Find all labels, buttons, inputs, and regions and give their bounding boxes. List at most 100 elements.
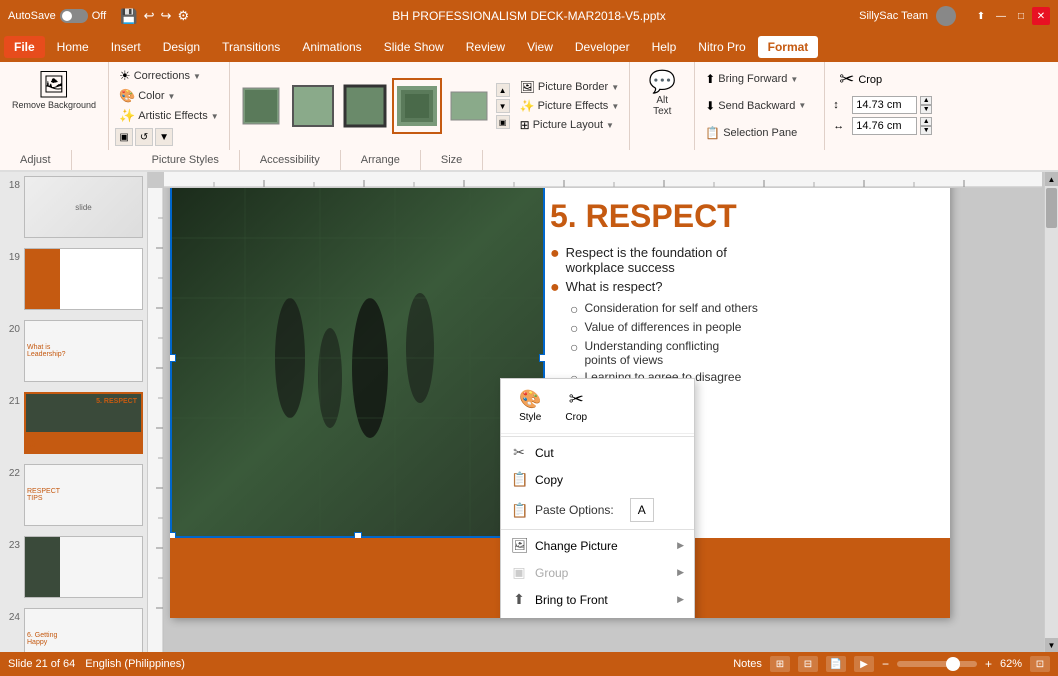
ribbon-group-labels: Adjust Picture Styles Accessibility Arra…: [0, 150, 1058, 171]
remove-background-btn[interactable]: 🖼 Remove Background: [6, 66, 102, 114]
picture-effects-btn[interactable]: ✨ Picture Effects ▼: [516, 97, 624, 115]
width-input[interactable]: [852, 117, 917, 135]
slide-img-21: 5. RESPECT ★: [24, 392, 143, 454]
menu-item-review[interactable]: Review: [456, 36, 515, 58]
ctx-send-back[interactable]: ⬇ Send to Back ▶: [501, 613, 694, 618]
scrollbar-thumb-v[interactable]: [1046, 188, 1057, 228]
view-slide-sorter-btn[interactable]: ⊟: [798, 656, 818, 672]
menu-item-home[interactable]: Home: [47, 36, 99, 58]
menu-item-format[interactable]: Format: [758, 36, 819, 58]
zoom-slider[interactable]: [897, 661, 977, 667]
height-down[interactable]: ▼: [920, 105, 932, 114]
language: English (Philippines): [85, 658, 185, 670]
slide-thumb-20[interactable]: 20 What isLeadership?: [4, 320, 143, 382]
menu-item-developer[interactable]: Developer: [565, 36, 640, 58]
slide-thumb-18[interactable]: 18 slide: [4, 176, 143, 238]
alt-text-btn[interactable]: 💬 AltText: [640, 66, 684, 120]
adjust-label: Adjust: [0, 150, 72, 170]
width-up[interactable]: ▲: [920, 117, 932, 126]
scrollbar-vertical[interactable]: ▲ ▼: [1044, 172, 1058, 652]
corrections-btn[interactable]: ☀ Corrections ▼: [115, 66, 223, 86]
style-thumb-5[interactable]: [444, 78, 494, 134]
styles-scroll-up[interactable]: ▲: [496, 83, 510, 97]
view-reading-btn[interactable]: 📄: [826, 656, 846, 672]
height-input[interactable]: [852, 96, 917, 114]
styles-scroll-down[interactable]: ▼: [496, 99, 510, 113]
picture-border-label: Picture Border: [538, 81, 608, 93]
ctx-cut[interactable]: ✂ Cut: [501, 439, 694, 466]
bring-forward-btn[interactable]: ⬆ Bring Forward ▼: [701, 70, 818, 88]
slide-num-24: 24: [4, 608, 20, 623]
width-down[interactable]: ▼: [920, 126, 932, 135]
slide-thumb-21[interactable]: 21 5. RESPECT ★: [4, 392, 143, 454]
menu-item-animations[interactable]: Animations: [292, 36, 371, 58]
menu-item-transitions[interactable]: Transitions: [212, 36, 290, 58]
scrollbar-down-btn[interactable]: ▼: [1045, 638, 1058, 652]
close-btn[interactable]: ✕: [1032, 7, 1050, 25]
slide-num-22: 22: [4, 464, 20, 479]
picture-border-btn[interactable]: 🖼 Picture Border ▼: [516, 78, 624, 96]
menu-item-nitro[interactable]: Nitro Pro: [688, 36, 755, 58]
reset-btn[interactable]: ↺: [135, 128, 153, 146]
style-thumb-4[interactable]: [392, 78, 442, 134]
scrollbar-up-btn[interactable]: ▲: [1045, 172, 1058, 186]
ctx-change-picture[interactable]: 🖼 Change Picture ▶: [501, 532, 694, 559]
slide-thumb-23[interactable]: 23: [4, 536, 143, 598]
view-normal-btn[interactable]: ⊞: [770, 656, 790, 672]
fit-window-btn[interactable]: ⊡: [1030, 656, 1050, 672]
slide-thumb-19[interactable]: 19: [4, 248, 143, 310]
styles-expand[interactable]: ▣: [496, 115, 510, 129]
style-thumb-1[interactable]: [236, 78, 286, 134]
view-slideshow-btn[interactable]: ▶: [854, 656, 874, 672]
send-backward-btn[interactable]: ⬇ Send Backward ▼: [701, 97, 818, 115]
slide-thumb-22[interactable]: 22 RESPECTTIPS: [4, 464, 143, 526]
menu-item-insert[interactable]: Insert: [101, 36, 151, 58]
menu-item-help[interactable]: Help: [642, 36, 687, 58]
ctx-crop-btn[interactable]: ✂ Crop: [557, 385, 595, 427]
slide-num-21: 21: [4, 392, 20, 407]
minimize-btn[interactable]: —: [992, 7, 1010, 25]
ctx-copy[interactable]: 📋 Copy: [501, 466, 694, 493]
save-icon[interactable]: 💾: [120, 8, 137, 25]
ribbon-toggle-btn[interactable]: ⬆: [972, 7, 990, 25]
ctx-paste-options: A: [626, 498, 654, 522]
canvas-area: 5. RESPECT ● Respect is the foundation o…: [148, 172, 1058, 652]
slide-image-container: [170, 178, 545, 538]
zoom-out-btn[interactable]: −: [882, 657, 889, 671]
redo-icon[interactable]: ↪: [161, 8, 172, 24]
height-up[interactable]: ▲: [920, 96, 932, 105]
autosave-toggle[interactable]: [60, 9, 88, 23]
ctx-style-btn[interactable]: 🎨 Style: [511, 385, 549, 427]
artistic-effects-btn[interactable]: ✨ Artistic Effects ▼: [115, 106, 223, 126]
accessibility-label: Accessibility: [240, 150, 341, 170]
ctx-paste[interactable]: 📋 Paste Options: A: [501, 493, 694, 527]
slide-img-24: 6. GettingHappy: [24, 608, 143, 652]
bullet-2: ● What is respect?: [550, 279, 940, 297]
ctx-bring-front[interactable]: ⬆ Bring to Front ▶: [501, 586, 694, 613]
picture-layout-btn[interactable]: ⊞ Picture Layout ▼: [516, 116, 624, 134]
ctx-paste-option-1[interactable]: A: [630, 498, 654, 522]
title-bar-left: AutoSave Off 💾 ↩ ↪ ⚙: [8, 8, 189, 25]
menu-item-design[interactable]: Design: [153, 36, 210, 58]
menu-item-view[interactable]: View: [517, 36, 563, 58]
maximize-btn[interactable]: □: [1012, 7, 1030, 25]
ctx-group[interactable]: ▣ Group ▶: [501, 559, 694, 586]
menu-item-file[interactable]: File: [4, 36, 45, 58]
crop-btn[interactable]: ✂ Crop: [833, 66, 932, 93]
artistic-effects-label: Artistic Effects: [138, 110, 207, 122]
notes-btn[interactable]: Notes: [733, 658, 762, 670]
remove-background-label: Remove Background: [12, 100, 96, 111]
settings-icon[interactable]: ⚙: [177, 8, 189, 24]
compress-btn[interactable]: ▣: [115, 128, 133, 146]
arrange-label: Arrange: [341, 150, 421, 170]
more-adjust-btn[interactable]: ▼: [155, 128, 173, 146]
style-thumb-2[interactable]: [288, 78, 338, 134]
selection-pane-btn[interactable]: 📋 Selection Pane: [701, 124, 818, 142]
zoom-in-btn[interactable]: +: [985, 657, 992, 671]
menu-item-slideshow[interactable]: Slide Show: [374, 36, 454, 58]
undo-icon[interactable]: ↩: [144, 8, 155, 24]
slide-thumb-24[interactable]: 24 6. GettingHappy: [4, 608, 143, 652]
style-thumb-3[interactable]: [340, 78, 390, 134]
ctx-style-label: Style: [519, 412, 541, 423]
color-btn[interactable]: 🎨 Color ▼: [115, 86, 223, 106]
